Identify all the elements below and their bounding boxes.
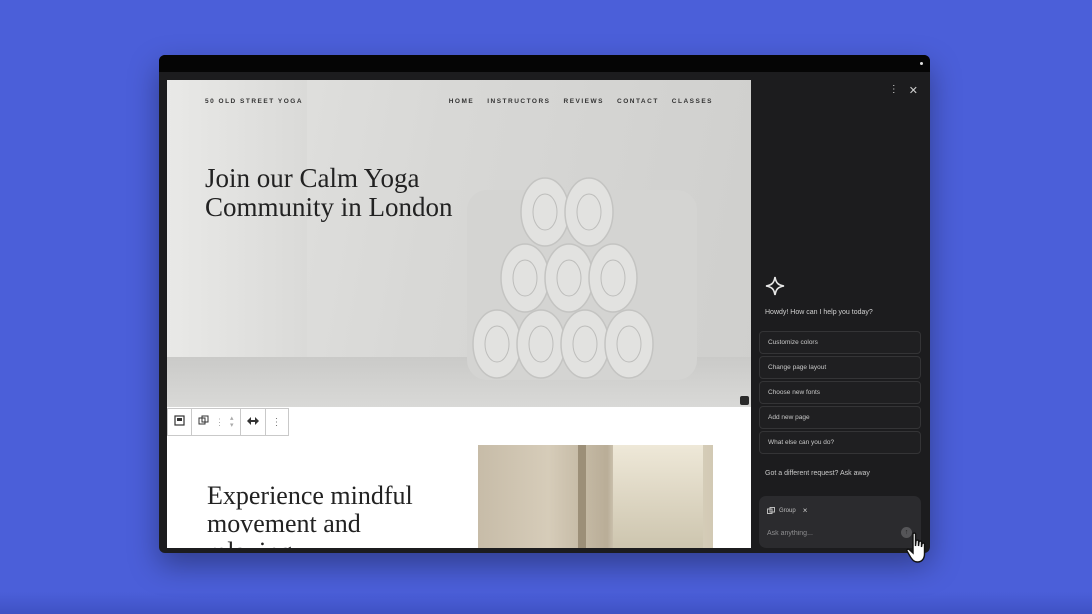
align-icon[interactable]	[246, 416, 259, 429]
assistant-greeting: Howdy! How can I help you today?	[765, 309, 873, 316]
section-title[interactable]: Experience mindful movement and relaxing	[207, 481, 457, 549]
different-request-hint: Got a different request? Ask away	[765, 470, 870, 477]
panel-top-actions: ⋮ ✕	[889, 84, 918, 97]
editor-window: 50 OLD STREET YOGA HOME INSTRUCTORS REVI…	[159, 55, 930, 553]
suggestion-customize-colors[interactable]: Customize colors	[759, 331, 921, 354]
context-chip[interactable]: Group ×	[767, 504, 807, 517]
nav-links: HOME INSTRUCTORS REVIEWS CONTACT CLASSES	[449, 98, 713, 105]
window-titlebar	[159, 55, 930, 72]
site-nav: 50 OLD STREET YOGA HOME INSTRUCTORS REVI…	[205, 94, 713, 108]
group-block-icon[interactable]	[198, 415, 209, 429]
site-logo[interactable]: 50 OLD STREET YOGA	[205, 98, 303, 105]
parent-block-icon[interactable]	[174, 415, 185, 429]
suggestion-list: Customize colors Change page layout Choo…	[759, 331, 921, 456]
stage-bottom-gradient	[0, 592, 1092, 614]
suggestion-what-else[interactable]: What else can you do?	[759, 431, 921, 454]
chat-input[interactable]	[767, 526, 887, 540]
block-toolbar: ⋮ ▴ ▾ ⋮	[167, 408, 289, 436]
titlebar-indicator	[920, 62, 923, 65]
section-title-line: relaxing	[207, 538, 457, 549]
assistant-panel: ⋮ ✕ Howdy! How can I help you today? Cus…	[759, 80, 930, 553]
toolbar-group: ⋮ ▴ ▾	[191, 409, 240, 435]
image-window-light	[613, 445, 703, 548]
close-icon[interactable]: ✕	[909, 84, 918, 97]
more-options-icon[interactable]: ⋮	[272, 417, 282, 428]
hero-title[interactable]: Join our Calm Yoga Community in London	[205, 164, 505, 222]
nav-link-reviews[interactable]: REVIEWS	[564, 98, 604, 105]
move-up-down-icon[interactable]: ▴ ▾	[230, 415, 234, 429]
block-resize-handle[interactable]	[740, 396, 749, 405]
toolbar-group	[239, 409, 265, 435]
toolbar-group	[167, 409, 191, 435]
drag-handle-icon[interactable]: ⋮	[215, 417, 224, 428]
hero-title-line: Community in London	[205, 192, 453, 222]
hero-title-line: Join our Calm Yoga	[205, 163, 420, 193]
image-window-frame	[578, 445, 586, 548]
section-title-line: movement and	[207, 509, 361, 538]
studio-image[interactable]	[478, 445, 713, 548]
nav-link-instructors[interactable]: INSTRUCTORS	[487, 98, 550, 105]
section-title-line: Experience mindful	[207, 481, 413, 510]
nav-link-contact[interactable]: CONTACT	[617, 98, 659, 105]
suggestion-choose-fonts[interactable]: Choose new fonts	[759, 381, 921, 404]
suggestion-add-page[interactable]: Add new page	[759, 406, 921, 429]
nav-link-home[interactable]: HOME	[449, 98, 475, 105]
toolbar-group: ⋮	[264, 409, 288, 435]
nav-link-classes[interactable]: CLASSES	[672, 98, 713, 105]
hero-section[interactable]: 50 OLD STREET YOGA HOME INSTRUCTORS REVI…	[167, 80, 751, 407]
context-chip-label: Group	[779, 507, 796, 514]
sparkle-icon	[765, 276, 785, 296]
chat-composer: Group × ↑	[759, 496, 921, 548]
remove-chip-icon[interactable]: ×	[803, 506, 808, 515]
site-canvas[interactable]: 50 OLD STREET YOGA HOME INSTRUCTORS REVI…	[167, 80, 751, 548]
kebab-menu-icon[interactable]: ⋮	[889, 84, 899, 97]
suggestion-change-layout[interactable]: Change page layout	[759, 356, 921, 379]
group-block-icon	[767, 506, 775, 514]
hand-pointer-cursor	[906, 532, 926, 563]
